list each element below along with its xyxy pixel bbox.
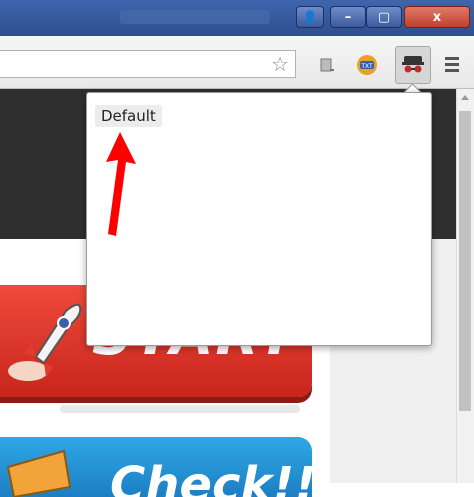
maximize-icon: ▢ <box>377 9 391 25</box>
user-icon: 👤 <box>302 10 318 24</box>
scrollbar-thumb[interactable] <box>459 111 471 411</box>
minimize-button[interactable]: – <box>330 6 366 28</box>
hamburger-menu-icon[interactable] <box>441 54 463 76</box>
window-titlebar: 👤 – ▢ x <box>0 0 474 36</box>
close-button[interactable]: x <box>404 6 470 28</box>
incognito-icon <box>402 56 424 73</box>
start-button-shadow <box>60 405 300 413</box>
profile-switcher-button[interactable]: 👤 <box>296 6 324 28</box>
maximize-button[interactable]: ▢ <box>366 6 402 28</box>
browser-toolbar: ☆ TXT <box>0 36 474 89</box>
window-title-area <box>120 10 270 24</box>
folder-icon <box>6 449 72 497</box>
svg-text:TXT: TXT <box>360 63 373 70</box>
bookmark-star-icon[interactable]: ☆ <box>271 53 289 75</box>
incognito-extension-button[interactable] <box>395 46 431 84</box>
check-button[interactable]: Check!! <box>0 437 312 497</box>
check-button-label: Check!! <box>110 457 312 497</box>
annotation-arrow-icon <box>106 132 136 236</box>
profile-item-default[interactable]: Default <box>95 105 162 127</box>
page-action-icon[interactable] <box>316 54 338 76</box>
itxt-extension-icon[interactable]: TXT <box>356 54 378 76</box>
address-bar[interactable]: ☆ <box>0 50 296 78</box>
close-icon: x <box>432 9 442 25</box>
minimize-icon: – <box>344 9 352 25</box>
scroll-up-icon[interactable] <box>461 95 469 100</box>
rocket-icon <box>8 303 82 381</box>
